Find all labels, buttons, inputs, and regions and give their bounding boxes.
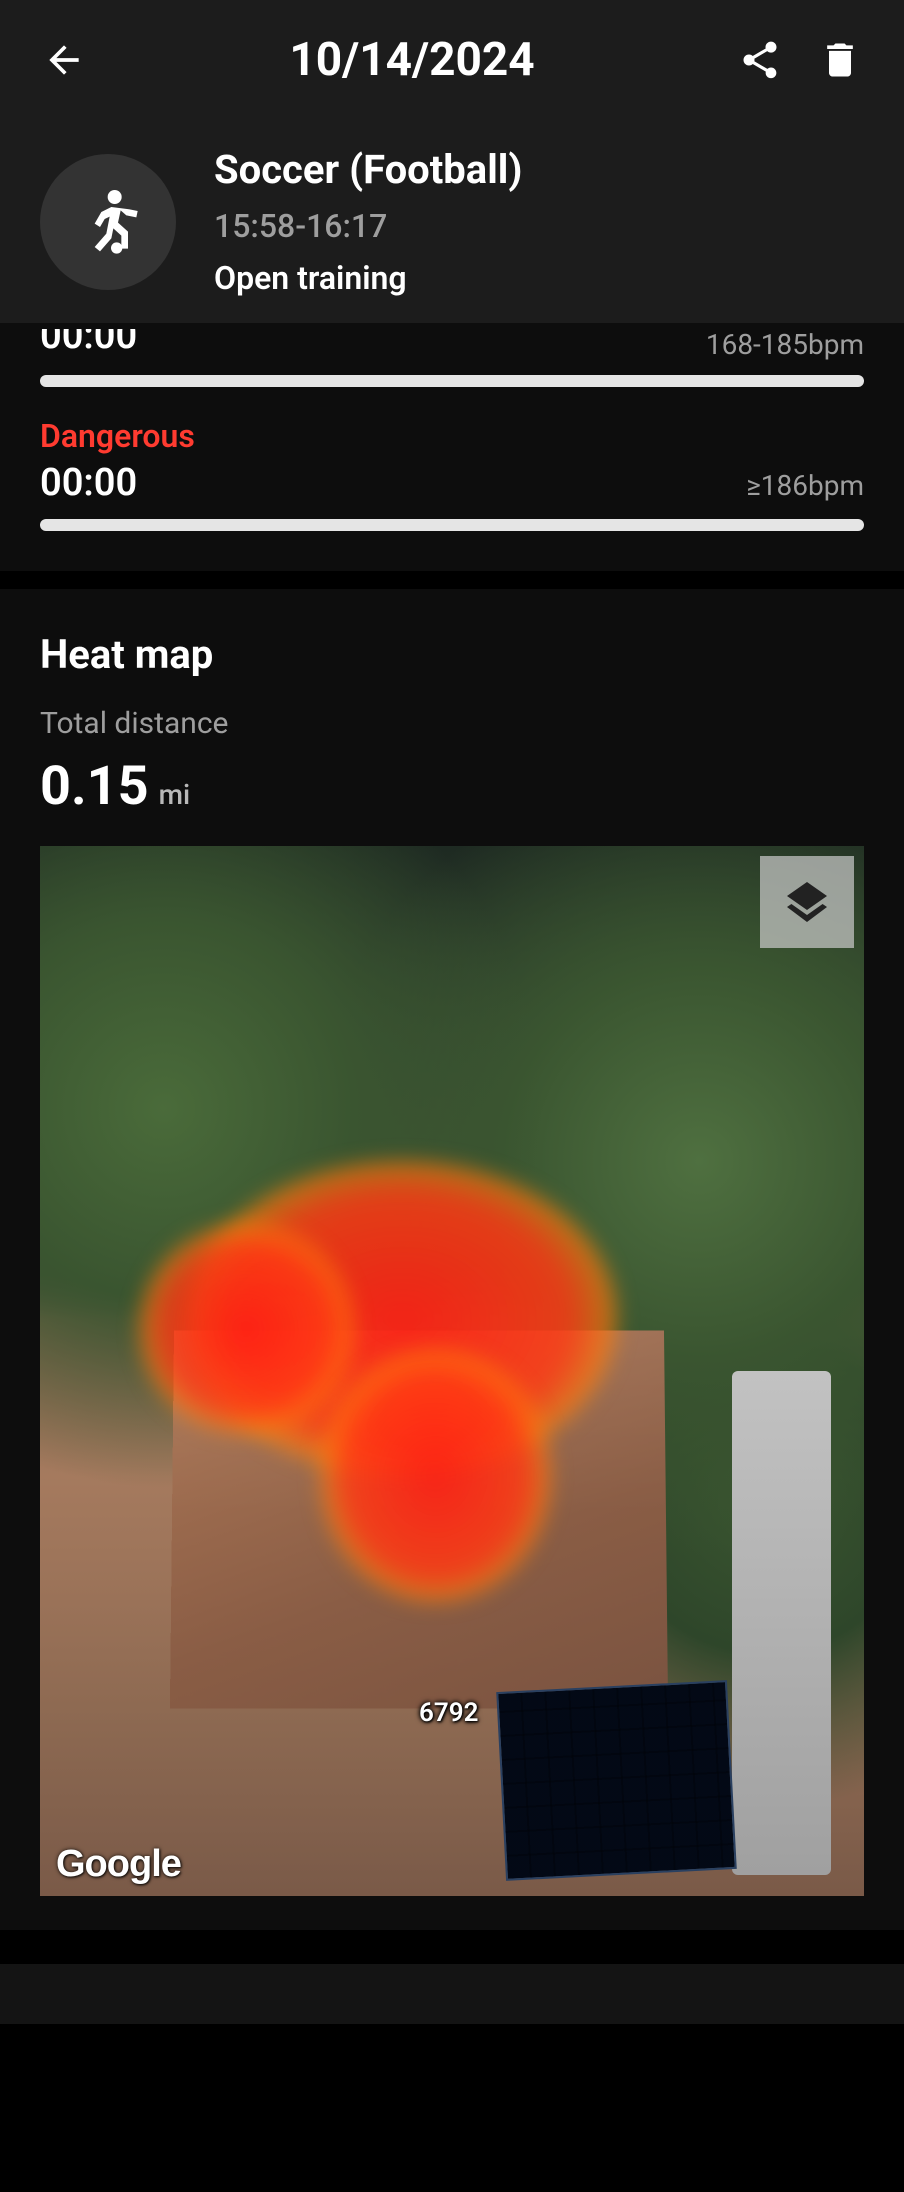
heat-blob <box>320 1350 551 1602</box>
heatmap-title: Heat map <box>40 631 864 678</box>
zone-label-dangerous: Dangerous <box>40 417 864 455</box>
page-title: 10/14/2024 <box>289 33 534 87</box>
back-button[interactable] <box>36 32 92 88</box>
zone-progress-bar <box>40 519 864 531</box>
layers-icon <box>783 878 831 926</box>
zone-time: 00:00 <box>40 317 137 355</box>
activity-title: Soccer (Football) <box>214 146 522 193</box>
map-solar-panels <box>497 1680 737 1881</box>
arrow-left-icon <box>42 38 86 82</box>
map-house-number: 6792 <box>419 1698 478 1728</box>
activity-icon <box>40 154 176 290</box>
delete-button[interactable] <box>812 32 868 88</box>
heatmap-map[interactable]: 6792 Google <box>40 846 864 1896</box>
heatmap-section: Heat map Total distance 0.15 mi 6792 Goo… <box>0 589 904 1930</box>
activity-time-range: 15:58-16:17 <box>214 207 522 245</box>
share-icon <box>738 38 782 82</box>
map-layers-button[interactable] <box>760 856 854 948</box>
activity-header: Soccer (Football) 15:58-16:17 Open train… <box>0 120 904 333</box>
zone-bpm-range: ≥186bpm <box>746 469 864 502</box>
zone-progress-bar <box>40 375 864 387</box>
hr-zones-section: 00:00 168-185bpm Dangerous 00:00 ≥186bpm <box>0 323 904 571</box>
zone-time: 00:00 <box>40 461 137 505</box>
google-attribution: Google <box>56 1843 181 1886</box>
heat-blob <box>139 1224 353 1434</box>
app-bar: 10/14/2024 <box>0 0 904 120</box>
footer-strip <box>0 1964 904 2024</box>
hr-zone-row: 00:00 ≥186bpm <box>40 461 864 531</box>
distance-unit: mi <box>159 778 191 811</box>
distance-value: 0.15 <box>40 755 149 818</box>
zone-bpm-range: 168-185bpm <box>706 328 864 361</box>
activity-training-type: Open training <box>214 259 522 297</box>
map-driveway <box>732 1371 831 1875</box>
distance-label: Total distance <box>40 706 864 741</box>
soccer-player-icon <box>68 182 148 262</box>
share-button[interactable] <box>732 32 788 88</box>
trash-icon <box>818 38 862 82</box>
hr-zone-row: 00:00 168-185bpm <box>40 323 864 387</box>
